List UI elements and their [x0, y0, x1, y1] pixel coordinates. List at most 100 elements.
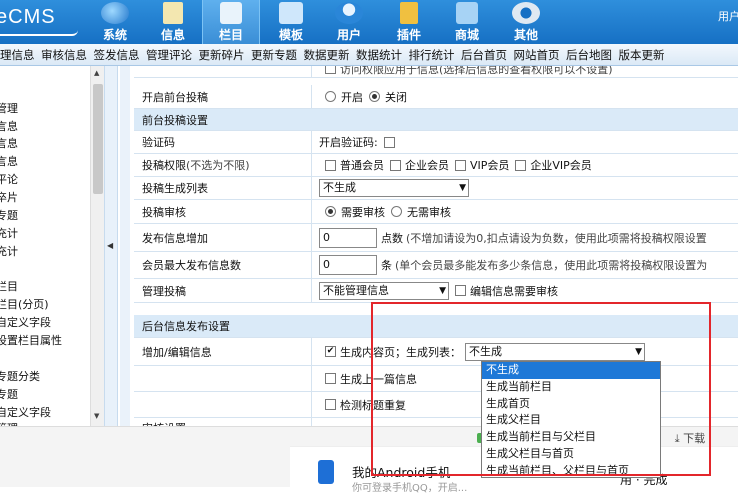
nav-plugin[interactable]: 插件	[380, 0, 438, 44]
sidebar-item[interactable]: 平论	[0, 171, 18, 187]
row-note: (不增加请设为0,扣点请设为负数，使用此项需将投稿权限设置	[406, 231, 707, 245]
max-posts-input[interactable]: 0	[319, 255, 377, 275]
list-generate-select[interactable]: 不生成 ▼	[319, 179, 469, 197]
scroll-down-icon[interactable]: ▼	[94, 412, 99, 420]
unit-label: 点数	[381, 231, 403, 245]
radio-label: 需要审核	[341, 205, 385, 219]
checkbox-label: 普通会员	[340, 159, 384, 172]
checkbox-label: 编辑信息需要审核	[470, 284, 558, 298]
panel-splitter[interactable]: ◀	[104, 66, 118, 426]
row-label-note: (不选为不限)	[186, 159, 250, 172]
member-checkbox[interactable]	[325, 159, 336, 171]
shop-cart-icon	[456, 2, 478, 24]
member-checkbox[interactable]	[390, 159, 401, 171]
subnav-link[interactable]: 版本更新	[619, 44, 665, 65]
edit-review-checkbox[interactable]	[455, 285, 466, 296]
member-checkbox[interactable]	[455, 159, 466, 171]
sidebar: 管理 言息 言息 言息 平论 卒片 专题 充计 充计 栏目 栏目(分页) 自定义…	[0, 66, 104, 426]
section-title: 前台投稿设置	[142, 113, 208, 127]
form-row: 开启前台投稿 开启 关闭	[134, 85, 738, 109]
collapse-left-icon[interactable]: ◀	[107, 241, 113, 250]
generate-prev-checkbox[interactable]	[325, 373, 336, 384]
sidebar-item[interactable]: 管理	[0, 100, 18, 116]
form-row: 会员最大发布信息数 0 条 (单个会员最多能发布多少条信息，使用此项需将投稿权限设置…	[134, 252, 738, 279]
row-label: 开启前台投稿	[134, 85, 312, 108]
user-icon	[335, 2, 363, 24]
subnav-link[interactable]: 数据更新	[304, 44, 350, 65]
nav-template[interactable]: 模板	[262, 0, 320, 44]
captcha-checkbox[interactable]	[383, 136, 395, 148]
scroll-up-icon[interactable]: ▲	[94, 69, 99, 77]
member-checkbox[interactable]	[515, 159, 527, 171]
nav-shop[interactable]: 商城	[438, 0, 496, 44]
row-label: 审核设置	[134, 418, 312, 426]
sidebar-item[interactable]: 言息	[0, 118, 18, 134]
radio-label: 关闭	[385, 90, 407, 104]
row-text: 开启验证码:	[319, 136, 378, 149]
sidebar-item[interactable]: 充计	[0, 243, 18, 259]
top-navigation-bar: eCMS 系统 信息 栏目 模板 用户 插件 商城 其他 用户	[0, 0, 738, 44]
chevron-down-icon: ▼	[439, 285, 446, 296]
sidebar-item[interactable]: 自定义字段	[0, 314, 51, 330]
radio-disable[interactable]	[369, 91, 380, 102]
subnav-link[interactable]: 更新专题	[251, 44, 297, 65]
user-link[interactable]: 用户	[718, 8, 738, 24]
system-globe-icon	[101, 2, 129, 24]
chevron-down-icon: ▼	[459, 183, 466, 193]
scroll-thumb[interactable]	[93, 84, 103, 194]
plugin-tools-icon	[400, 2, 418, 24]
subnav-link[interactable]: 网站首页	[514, 44, 560, 65]
row-label: 增加/编辑信息	[134, 338, 312, 365]
row-text: 访问权限应用于信息(选择后信息的查看权限可以不设置)	[340, 66, 613, 76]
nav-system[interactable]: 系统	[86, 0, 144, 44]
subnav-link[interactable]: 后台首页	[461, 44, 507, 65]
form-row: 管理投稿 不能管理信息 ▼ 编辑信息需要审核	[134, 279, 738, 303]
row-label: 投稿权限	[142, 159, 186, 172]
check-duplicate-checkbox[interactable]	[325, 399, 336, 410]
radio-no-review[interactable]	[391, 206, 402, 217]
section-header: 前台投稿设置	[134, 109, 738, 131]
nav-user-label: 用户	[336, 28, 361, 42]
nav-column-label: 栏目	[218, 28, 243, 42]
sidebar-item[interactable]: 栏目(分页)	[0, 296, 49, 312]
sidebar-scrollbar[interactable]: ▲ ▼	[90, 66, 104, 426]
subnav-link[interactable]: 排行统计	[409, 44, 455, 65]
nav-column[interactable]: 栏目	[202, 0, 260, 44]
subnav-link[interactable]: 审核信息	[41, 44, 87, 65]
checkbox-label: 企业会员	[405, 159, 449, 172]
subnav-link[interactable]: 管理评论	[146, 44, 192, 65]
nav-system-label: 系统	[102, 28, 127, 42]
sidebar-item[interactable]: 言息	[0, 135, 18, 151]
sidebar-item[interactable]: 卒片	[0, 189, 18, 205]
subnav-link[interactable]: 后台地图	[566, 44, 612, 65]
form-row: 投稿审核 需要审核 无需审核	[134, 200, 738, 224]
sidebar-item[interactable]: 自定义字段	[0, 404, 51, 420]
manage-select[interactable]: 不能管理信息 ▼	[319, 281, 449, 300]
sidebar-item[interactable]: 专题分类	[0, 368, 40, 384]
subnav-link[interactable]: 数据统计	[356, 44, 402, 65]
sidebar-item[interactable]: 专题	[0, 207, 18, 223]
sidebar-item[interactable]: 专题	[0, 386, 18, 402]
subnav-link[interactable]: 更新碎片	[199, 44, 245, 65]
logo: eCMS	[0, 6, 56, 28]
checkbox[interactable]	[325, 66, 336, 74]
points-input[interactable]: 0	[319, 227, 377, 248]
sidebar-item[interactable]: 设置栏目属性	[0, 332, 62, 348]
nav-user[interactable]: 用户	[320, 0, 378, 44]
subnav-link[interactable]: 签发信息	[94, 44, 140, 65]
other-gear-icon	[512, 2, 540, 24]
row-label: 投稿生成列表	[134, 177, 312, 199]
subnav-link[interactable]: 理信息	[0, 44, 35, 65]
sidebar-item[interactable]: 栏目	[0, 278, 18, 294]
sidebar-item[interactable]: 言息	[0, 153, 18, 169]
sidebar-item[interactable]: 充计	[0, 225, 18, 241]
nav-plugin-label: 插件	[396, 28, 421, 42]
row-label: 会员最大发布信息数	[134, 252, 312, 278]
radio-need-review[interactable]	[325, 206, 336, 217]
nav-info[interactable]: 信息	[144, 0, 202, 44]
nav-shop-label: 商城	[454, 28, 479, 42]
select-value: 不能管理信息	[323, 283, 389, 297]
radio-enable[interactable]	[325, 91, 336, 102]
nav-other[interactable]: 其他	[497, 0, 555, 44]
generate-content-checkbox[interactable]: ✔	[325, 346, 336, 357]
